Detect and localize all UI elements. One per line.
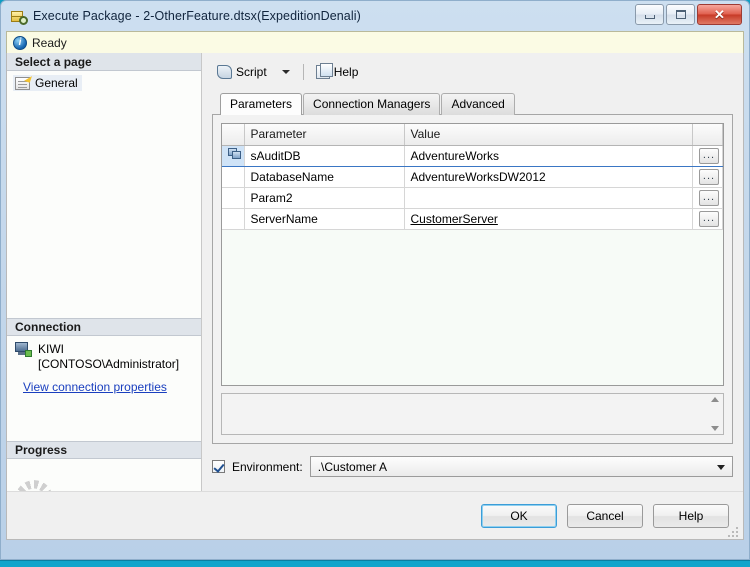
select-a-page-header: Select a page (7, 53, 201, 71)
scroll-down-icon[interactable] (710, 426, 719, 431)
row-selector-cell[interactable] (222, 208, 245, 230)
row-selector-cell[interactable] (222, 166, 245, 188)
column-header-rowselector (222, 124, 245, 146)
ok-button[interactable]: OK (481, 503, 557, 528)
status-text: Ready (32, 35, 67, 50)
row-selector-cell[interactable] (222, 187, 245, 209)
browse-button[interactable]: ... (699, 190, 719, 206)
cell-parameter[interactable]: ServerName (244, 208, 405, 230)
connection-user: [CONTOSO\Administrator] (38, 357, 180, 371)
close-button[interactable]: ✕ (697, 4, 742, 25)
tab-parameters[interactable]: Parameters (220, 93, 303, 115)
chevron-down-icon (717, 465, 725, 470)
browse-button[interactable]: ... (699, 148, 719, 164)
table-header-row: Parameter Value (222, 124, 723, 146)
table-row[interactable]: sAuditDB AdventureWorks ... (222, 144, 723, 167)
cell-value[interactable]: AdventureWorksDW2012 (404, 166, 693, 188)
help-button[interactable]: Help (311, 63, 364, 81)
parameters-grid: Parameter Value sAuditDB AdventureWorks … (221, 123, 724, 386)
table-row[interactable]: Param2 ... (222, 187, 723, 209)
environment-select[interactable]: .\Customer A (309, 456, 733, 477)
tab-panel-parameters: Parameter Value sAuditDB AdventureWorks … (212, 114, 733, 444)
progress-header: Progress (7, 441, 201, 459)
left-pane: Select a page General Connection KIWI [C… (7, 53, 202, 539)
window-title: Execute Package - 2-OtherFeature.dtsx(Ex… (33, 9, 361, 23)
column-header-value: Value (404, 124, 693, 146)
browse-button[interactable]: ... (699, 211, 719, 227)
desktop-strip (0, 560, 750, 567)
parameters-table: Parameter Value sAuditDB AdventureWorks … (222, 124, 723, 230)
cell-parameter[interactable]: DatabaseName (244, 166, 405, 188)
row-indicator-icon (228, 148, 242, 160)
script-label: Script (236, 65, 267, 79)
page-icon (15, 73, 32, 90)
dialog-window: Execute Package - 2-OtherFeature.dtsx(Ex… (0, 0, 750, 560)
cell-value[interactable]: AdventureWorks (404, 144, 693, 167)
environment-checkbox[interactable] (212, 460, 225, 473)
cell-parameter[interactable]: Param2 (244, 187, 405, 209)
cancel-button[interactable]: Cancel (567, 503, 643, 528)
page-list: General (7, 71, 201, 318)
minimize-icon (644, 15, 655, 19)
toolbar: Script Help (212, 61, 733, 83)
chevron-down-icon[interactable] (281, 70, 290, 74)
server-icon (15, 342, 32, 357)
close-icon: ✕ (714, 7, 725, 22)
resize-grip[interactable] (728, 525, 740, 537)
status-info-bar: i Ready (6, 31, 744, 53)
package-icon (10, 7, 28, 25)
table-row[interactable]: DatabaseName AdventureWorksDW2012 ... (222, 166, 723, 188)
cell-value[interactable]: CustomerServer (404, 208, 693, 230)
window-controls: ✕ (635, 4, 742, 25)
table-row[interactable]: ServerName CustomerServer ... (222, 208, 723, 230)
description-box (221, 393, 724, 435)
tab-connection-managers[interactable]: Connection Managers (303, 93, 441, 115)
script-icon (217, 65, 232, 79)
maximize-button[interactable] (666, 4, 695, 25)
sidebar-item-general[interactable]: General (13, 73, 82, 91)
browse-button[interactable]: ... (699, 169, 719, 185)
grid-empty-area (222, 229, 723, 385)
environment-label: Environment: (232, 459, 303, 474)
connection-server: KIWI (38, 342, 64, 356)
browse-cell: ... (692, 187, 723, 209)
title-bar: Execute Package - 2-OtherFeature.dtsx(Ex… (6, 1, 744, 31)
help-book-icon (315, 63, 333, 79)
column-header-parameter: Parameter (244, 124, 405, 146)
browse-cell: ... (692, 208, 723, 230)
column-header-browse (692, 124, 723, 146)
environment-selected-value: .\Customer A (317, 459, 388, 474)
view-connection-properties-link[interactable]: View connection properties (15, 380, 193, 394)
toolbar-separator (302, 64, 304, 80)
dialog-body: Select a page General Connection KIWI [C… (6, 53, 744, 540)
connection-panel: KIWI [CONTOSO\Administrator] View connec… (7, 336, 201, 441)
tab-strip: Parameters Connection Managers Advanced (212, 93, 733, 115)
help-label: Help (333, 65, 359, 79)
sidebar-item-label: General (35, 76, 78, 90)
description-scrollbar[interactable] (707, 395, 722, 433)
script-button[interactable]: Script (212, 63, 272, 81)
info-icon: i (13, 35, 27, 50)
cell-value[interactable] (404, 187, 693, 209)
cell-parameter[interactable]: sAuditDB (243, 144, 405, 167)
environment-row: Environment: .\Customer A (212, 456, 733, 477)
help-footer-button[interactable]: Help (653, 503, 729, 528)
scroll-up-icon[interactable] (710, 397, 719, 402)
row-selector-cell[interactable] (222, 144, 245, 167)
cell-value-link[interactable]: CustomerServer (411, 212, 498, 226)
tab-advanced[interactable]: Advanced (441, 93, 515, 115)
dialog-footer: OK Cancel Help (7, 491, 743, 539)
connection-header: Connection (7, 318, 201, 336)
browse-cell: ... (692, 144, 723, 167)
maximize-icon (675, 10, 686, 19)
right-pane: Script Help Parameters Connection Manage… (202, 53, 743, 539)
minimize-button[interactable] (635, 4, 664, 25)
browse-cell: ... (692, 166, 723, 188)
